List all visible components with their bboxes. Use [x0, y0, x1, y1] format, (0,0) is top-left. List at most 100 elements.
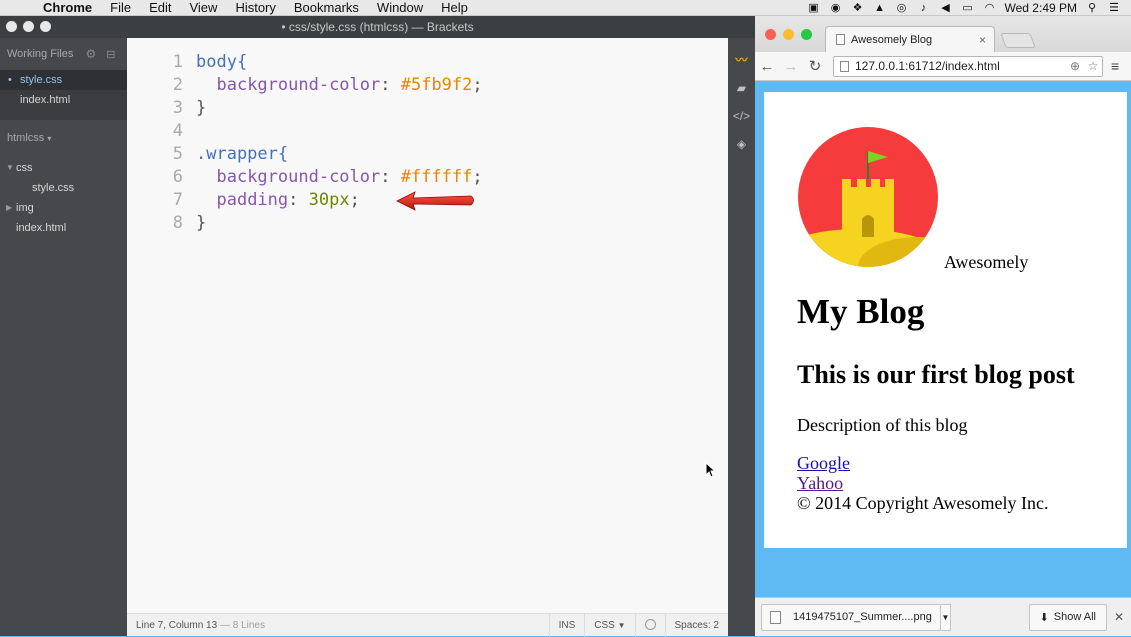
- line-number: 7: [172, 190, 183, 210]
- project-name: htmlcss: [7, 132, 45, 144]
- minimize-window-button[interactable]: [783, 29, 794, 40]
- yahoo-link[interactable]: Yahoo: [797, 473, 1049, 493]
- project-dropdown[interactable]: htmlcss ▾: [0, 128, 127, 148]
- record-icon[interactable]: ◉: [829, 2, 843, 14]
- volume-icon[interactable]: ◀: [939, 2, 953, 14]
- code-line: 1 body{: [127, 51, 727, 74]
- close-downloads-icon[interactable]: ✕: [1107, 610, 1131, 624]
- menubar: Chrome File Edit View History Bookmarks …: [0, 0, 1131, 16]
- close-window-button[interactable]: [6, 21, 17, 32]
- spotlight-search-icon[interactable]: ⚲: [1085, 2, 1099, 14]
- brackets-window: • css/style.css (htmlcss) — Brackets Wor…: [0, 16, 755, 637]
- bookmark-star-icon[interactable]: ☆: [1084, 59, 1102, 73]
- tree-folder-img[interactable]: ▶ img: [0, 198, 127, 218]
- tree-file-style-css[interactable]: style.css: [0, 178, 127, 198]
- tab-title: Awesomely Blog: [851, 33, 933, 46]
- working-file-style-css[interactable]: style.css: [0, 70, 127, 90]
- download-filename: 1419475107_Summer....png: [793, 611, 932, 623]
- wifi-icon[interactable]: ◠: [983, 2, 997, 14]
- line-number: 4: [172, 121, 183, 141]
- cursor-position: Line 7, Column 13 — 8 Lines: [127, 620, 549, 631]
- browser-tab[interactable]: Awesomely Blog ×: [825, 26, 995, 52]
- menu-history[interactable]: History: [226, 0, 284, 16]
- drive-icon[interactable]: ▲: [873, 2, 887, 14]
- tree-file-index-html[interactable]: index.html: [0, 218, 127, 238]
- address-bar[interactable]: 127.0.0.1:61712/index.html ⊕ ☆: [833, 55, 1103, 77]
- css-value: 30px: [308, 190, 350, 210]
- line-number: 8: [172, 213, 183, 233]
- google-link[interactable]: Google: [797, 453, 1049, 473]
- code-editor[interactable]: 1 body{ 2 background-color: #5fb9f2; 3 }…: [127, 38, 728, 613]
- brackets-window-title: • css/style.css (htmlcss) — Brackets: [281, 20, 474, 34]
- line-number: 5: [172, 144, 183, 164]
- language-select[interactable]: CSS ▼: [584, 613, 634, 637]
- zoom-window-button[interactable]: [801, 29, 812, 40]
- linter-status[interactable]: [634, 613, 665, 637]
- code-text: background-color: #5fb9f2;: [216, 75, 483, 95]
- menu-file[interactable]: File: [101, 0, 140, 16]
- code-line: 4: [127, 120, 727, 143]
- red-arrow-annotation-icon: [396, 191, 474, 211]
- page-title: My Blog: [797, 292, 925, 331]
- logo-caption: Awesomely: [944, 252, 1029, 272]
- tree-folder-css[interactable]: ▼ css: [0, 158, 127, 178]
- chevron-down-icon: ▼: [617, 620, 626, 630]
- chrome-window-controls: [765, 29, 812, 40]
- css-selector: .wrapper{: [196, 144, 289, 164]
- close-window-button[interactable]: [765, 29, 776, 40]
- menubar-clock[interactable]: Wed 2:49 PM: [1005, 1, 1077, 15]
- dropbox-icon[interactable]: ❖: [851, 2, 865, 14]
- menu-bookmarks[interactable]: Bookmarks: [285, 0, 368, 16]
- menu-help[interactable]: Help: [432, 0, 477, 16]
- url-text[interactable]: 127.0.0.1:61712/index.html: [855, 59, 1066, 73]
- project-tree: htmlcss ▾ ▼ css style.css ▶ img index.html: [0, 128, 127, 238]
- indent-spaces-toggle[interactable]: Spaces: 2: [664, 613, 728, 637]
- css-value: #5fb9f2: [400, 75, 473, 95]
- live-preview-icon[interactable]: 〰: [733, 52, 751, 68]
- code-tag-icon[interactable]: </>: [733, 108, 751, 124]
- chrome-toolbar: ← → ↻ 127.0.0.1:61712/index.html ⊕ ☆ ≡: [755, 52, 1131, 81]
- back-arrow-icon[interactable]: ←: [755, 58, 779, 75]
- insert-mode-toggle[interactable]: INS: [548, 613, 585, 637]
- download-options-dropdown[interactable]: ▼: [941, 603, 951, 631]
- menu-view[interactable]: View: [180, 0, 226, 16]
- file-icon: [770, 610, 781, 624]
- post-title: This is our first blog post: [797, 360, 1075, 389]
- sync-icon[interactable]: ◎: [895, 2, 909, 14]
- code-line: 2 background-color: #5fb9f2;: [127, 74, 727, 97]
- code-text: }: [196, 98, 207, 118]
- minimize-window-button[interactable]: [23, 21, 34, 32]
- show-all-downloads-button[interactable]: ⬇ Show All: [1028, 603, 1107, 631]
- window-controls: [6, 21, 51, 32]
- menu-edit[interactable]: Edit: [140, 0, 180, 16]
- blog-description: Description of this blog: [797, 415, 968, 435]
- notification-bell-icon[interactable]: ♪: [917, 2, 931, 14]
- zoom-window-button[interactable]: [40, 21, 51, 32]
- download-item[interactable]: 1419475107_Summer....png: [761, 603, 941, 631]
- extension-manager-icon[interactable]: ▰: [733, 80, 751, 96]
- working-file-index-html[interactable]: index.html: [0, 90, 127, 110]
- zoom-magnifier-icon[interactable]: ⊕: [1066, 59, 1084, 73]
- line-count: — 8 Lines: [219, 619, 265, 631]
- forward-arrow-icon[interactable]: →: [779, 58, 803, 75]
- downloads-shelf: 1419475107_Summer....png ▼ ⬇ Show All ✕: [755, 597, 1131, 636]
- mouse-pointer-icon: [705, 462, 715, 478]
- download-arrow-icon: ⬇: [1039, 611, 1049, 624]
- app-status-icon[interactable]: ▣: [807, 2, 821, 14]
- chrome-menu-icon[interactable]: ≡: [1111, 58, 1119, 74]
- new-tab-button[interactable]: [1000, 33, 1036, 48]
- css-selector: body{: [196, 52, 248, 72]
- layers-icon[interactable]: ◈: [733, 136, 751, 152]
- menu-window[interactable]: Window: [368, 0, 432, 16]
- reload-icon[interactable]: ↻: [803, 57, 827, 75]
- code-line: 5 .wrapper{: [127, 143, 727, 166]
- notification-center-icon[interactable]: ☰: [1107, 2, 1121, 14]
- code-line: 8 }: [127, 212, 727, 235]
- gear-icon[interactable]: ⚙: [85, 47, 96, 61]
- split-view-icon[interactable]: ⊟: [106, 48, 115, 61]
- battery-icon[interactable]: ▭: [961, 2, 975, 14]
- css-property: padding: [216, 190, 289, 210]
- expanded-triangle-icon: ▼: [6, 163, 14, 172]
- menu-chrome[interactable]: Chrome: [34, 0, 101, 16]
- close-tab-icon[interactable]: ×: [979, 33, 986, 47]
